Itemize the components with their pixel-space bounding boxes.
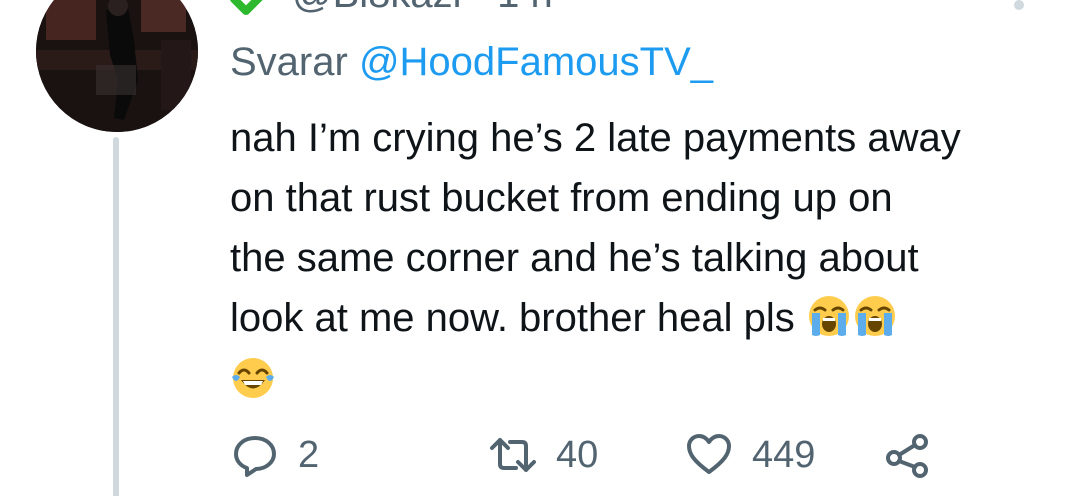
more-options-icon[interactable] [1014, 0, 1024, 10]
reply-button[interactable]: 2 [230, 430, 488, 480]
tweet-text-line: nah I’m crying he’s 2 late payments away [230, 116, 961, 160]
thread-line [113, 137, 119, 496]
reply-mention-link[interactable]: @HoodFamousTV_ [359, 40, 713, 84]
emoji-row [230, 350, 1050, 410]
author-handle-row[interactable]: @Bl8kazi · 1 h [230, 0, 553, 17]
reply-prefix: Svarar [230, 40, 348, 84]
reply-count: 2 [298, 433, 320, 476]
like-button[interactable]: 449 [684, 430, 882, 480]
reply-icon [230, 430, 280, 480]
tweet-text-line: look at me now. brother heal pls [230, 296, 795, 340]
retweet-icon [488, 430, 538, 480]
tweet-text-line-with-emoji: look at me now. brother heal pls [230, 288, 1050, 348]
reply-context: Svarar @HoodFamousTV_ [230, 40, 713, 85]
tweet-text-line: on that rust bucket from ending up on [230, 176, 893, 220]
tweet-text-line: the same corner and he’s talking about [230, 236, 919, 280]
share-button[interactable] [882, 430, 932, 480]
retweet-count: 40 [556, 433, 599, 476]
avatar-photo [36, 0, 198, 132]
tweet-actions: 2 40 449 [230, 428, 932, 482]
face-with-tears-of-joy-icon [230, 355, 276, 401]
verified-check-icon [230, 0, 274, 15]
tweet-text: nah I’m crying he’s 2 late payments away… [230, 108, 1050, 410]
share-icon [882, 430, 932, 480]
loudly-crying-face-icon [806, 293, 852, 339]
heart-icon [684, 430, 734, 480]
tweet[interactable]: @Bl8kazi · 1 h Svarar @HoodFamousTV_ nah… [0, 0, 1080, 496]
avatar[interactable] [36, 0, 198, 132]
retweet-button[interactable]: 40 [488, 430, 684, 480]
loudly-crying-face-icon [852, 293, 898, 339]
author-handle[interactable]: @Bl8kazi · 1 h [292, 0, 553, 17]
like-count: 449 [752, 433, 816, 476]
